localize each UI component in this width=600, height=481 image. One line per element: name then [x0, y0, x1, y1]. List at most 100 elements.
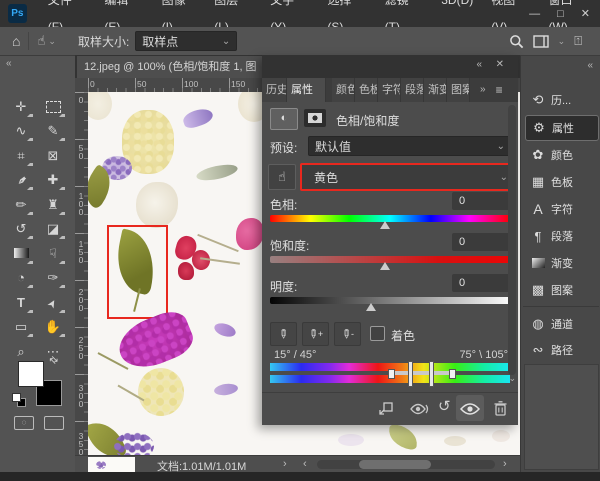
collapse-panel-icon[interactable]: «	[476, 59, 482, 70]
clip-to-layer-icon[interactable]	[378, 402, 393, 415]
dock-item-swatches[interactable]: ▦ 色板	[525, 170, 597, 194]
preset-dropdown[interactable]: 默认值 ⌄	[308, 136, 512, 156]
pen-tool[interactable]: ✑	[40, 267, 66, 289]
tab-gradients[interactable]: 渐变	[424, 78, 447, 102]
share-icon[interactable]: ⍐	[574, 33, 582, 49]
range-inner-right-handle[interactable]	[429, 361, 434, 387]
hue-value-field[interactable]: 0	[452, 192, 515, 210]
dock-item-character[interactable]: A 字符	[525, 197, 597, 221]
dock-item-properties[interactable]: ⚙ 属性	[525, 115, 599, 141]
character-icon: A	[525, 201, 551, 217]
crop-tool[interactable]: ⌗	[8, 145, 34, 167]
minimize-button[interactable]: —	[529, 8, 540, 20]
range-inner-left-handle[interactable]	[408, 361, 413, 387]
panel-scrollbar[interactable]	[508, 105, 516, 375]
reset-icon[interactable]: ↺	[438, 397, 451, 415]
dock-item-history[interactable]: ⟲ 历...	[525, 88, 597, 112]
eyedropper-tool[interactable]: ✒	[8, 169, 34, 191]
hue-slider[interactable]	[270, 215, 510, 222]
tab-paragraph[interactable]: 段落	[401, 78, 424, 102]
close-panel-icon[interactable]: ✕	[496, 59, 504, 70]
tab-overflow-icon[interactable]: »	[480, 78, 486, 102]
move-tool[interactable]: ✛	[8, 96, 34, 118]
delete-icon[interactable]	[494, 401, 507, 416]
photoshop-logo-icon[interactable]: Ps	[8, 4, 27, 23]
lightness-value-field[interactable]: 0	[452, 274, 515, 292]
eyedropper-sample-icon[interactable]: ✐	[270, 322, 297, 346]
history-brush-tool[interactable]: ↺	[8, 218, 34, 240]
shape-tool[interactable]: ▭	[8, 316, 34, 338]
eyedropper-subtract-icon[interactable]: ✐-	[334, 322, 361, 346]
zoom-tool[interactable]: ⌕	[8, 341, 34, 363]
gradient-tool[interactable]	[8, 243, 34, 265]
horizontal-scrollbar-thumb[interactable]	[359, 460, 431, 469]
divider	[28, 32, 29, 50]
smudge-tool[interactable]: ☟	[40, 243, 66, 265]
clone-stamp-tool[interactable]: ♜	[40, 194, 66, 216]
screen-mode-icon[interactable]	[44, 416, 64, 430]
status-expand-icon[interactable]: ›	[283, 458, 287, 470]
scroll-right-icon[interactable]: ›	[503, 458, 507, 470]
path-selection-tool[interactable]: ➤	[40, 292, 66, 314]
dock-item-paths[interactable]: ∾ 路径	[525, 338, 597, 362]
adjustment-layer-icon[interactable]: ◐	[270, 108, 298, 130]
frame-tool[interactable]: ⊠	[40, 145, 66, 167]
dock-item-channels[interactable]: ◍ 通道	[525, 312, 597, 336]
document-tab[interactable]: 12.jpeg @ 100% (色相/饱和度 1, 图	[77, 56, 277, 78]
collapse-toolbar-icon[interactable]: «	[6, 58, 12, 69]
workspace-caret-icon[interactable]: ⌄	[558, 36, 566, 47]
ruler-mark: 50	[137, 79, 146, 89]
scroll-left-icon[interactable]: ‹	[303, 458, 307, 470]
saturation-slider[interactable]	[270, 256, 510, 263]
dock-item-color[interactable]: ✿ 颜色	[525, 143, 597, 167]
sample-size-dropdown[interactable]: 取样点 ⌄	[135, 31, 237, 51]
saturation-value-field[interactable]: 0	[452, 233, 515, 251]
panel-menu-icon[interactable]: ≡	[496, 78, 503, 102]
previous-state-icon[interactable]	[410, 403, 429, 415]
marquee-tool[interactable]	[40, 96, 66, 118]
targeted-adjustment-icon[interactable]: ☝	[268, 164, 296, 190]
eyedropper-tool-preset-icon[interactable]: ☝	[37, 33, 45, 49]
dock-item-patterns[interactable]: ▩ 图案	[525, 278, 597, 302]
range-outer-right-handle[interactable]	[449, 369, 456, 379]
lightness-slider-thumb[interactable]	[366, 303, 376, 311]
panel-scroll-down-icon[interactable]: ⌄	[508, 373, 516, 384]
home-icon[interactable]: ⌂	[12, 33, 20, 49]
tab-color[interactable]: 颜色	[332, 78, 355, 102]
horizontal-scrollbar[interactable]	[317, 460, 495, 469]
search-icon[interactable]	[509, 34, 524, 49]
default-colors-icon[interactable]	[12, 393, 21, 402]
hand-tool[interactable]: ✋	[40, 316, 66, 338]
maximize-button[interactable]: □	[557, 8, 564, 20]
dock-item-paragraph[interactable]: ¶ 段落	[525, 224, 597, 248]
quick-mask-mode-icon[interactable]: ◌	[14, 416, 34, 430]
brush-tool[interactable]: ✏	[8, 194, 34, 216]
foreground-color-swatch[interactable]	[18, 361, 44, 387]
healing-brush-tool[interactable]: ✚	[40, 169, 66, 191]
hue-slider-thumb[interactable]	[380, 221, 390, 229]
layer-mask-icon[interactable]	[304, 109, 326, 127]
saturation-slider-thumb[interactable]	[380, 262, 390, 270]
dock-item-gradients[interactable]: 渐变	[525, 251, 597, 275]
tab-properties[interactable]: 属性	[287, 78, 326, 102]
collapse-dock-icon[interactable]: «	[587, 60, 593, 71]
colorize-checkbox[interactable]	[370, 326, 385, 341]
workspace-icon[interactable]	[533, 35, 549, 48]
eyedropper-add-icon[interactable]: ✐+	[302, 322, 329, 346]
close-button[interactable]: ✕	[581, 7, 590, 20]
lightness-slider[interactable]	[270, 297, 510, 304]
range-outer-left-handle[interactable]	[388, 369, 395, 379]
dodge-tool[interactable]: ◔	[8, 267, 34, 289]
paragraph-icon: ¶	[525, 229, 551, 244]
eraser-tool[interactable]: ◪	[40, 218, 66, 240]
tab-character[interactable]: 字符	[378, 78, 401, 102]
tool-preset-caret-icon[interactable]: ⌄	[48, 36, 56, 47]
tab-history[interactable]: 历史	[262, 78, 287, 102]
tab-patterns[interactable]: 图案	[447, 78, 470, 102]
lasso-tool[interactable]: ∿	[8, 120, 34, 142]
visibility-button[interactable]	[456, 395, 484, 421]
tab-swatches[interactable]: 色板	[355, 78, 378, 102]
quick-selection-tool[interactable]: ✎	[40, 120, 66, 142]
channel-dropdown[interactable]: 黄色 ⌄	[300, 163, 516, 191]
type-tool[interactable]: T	[8, 292, 34, 314]
